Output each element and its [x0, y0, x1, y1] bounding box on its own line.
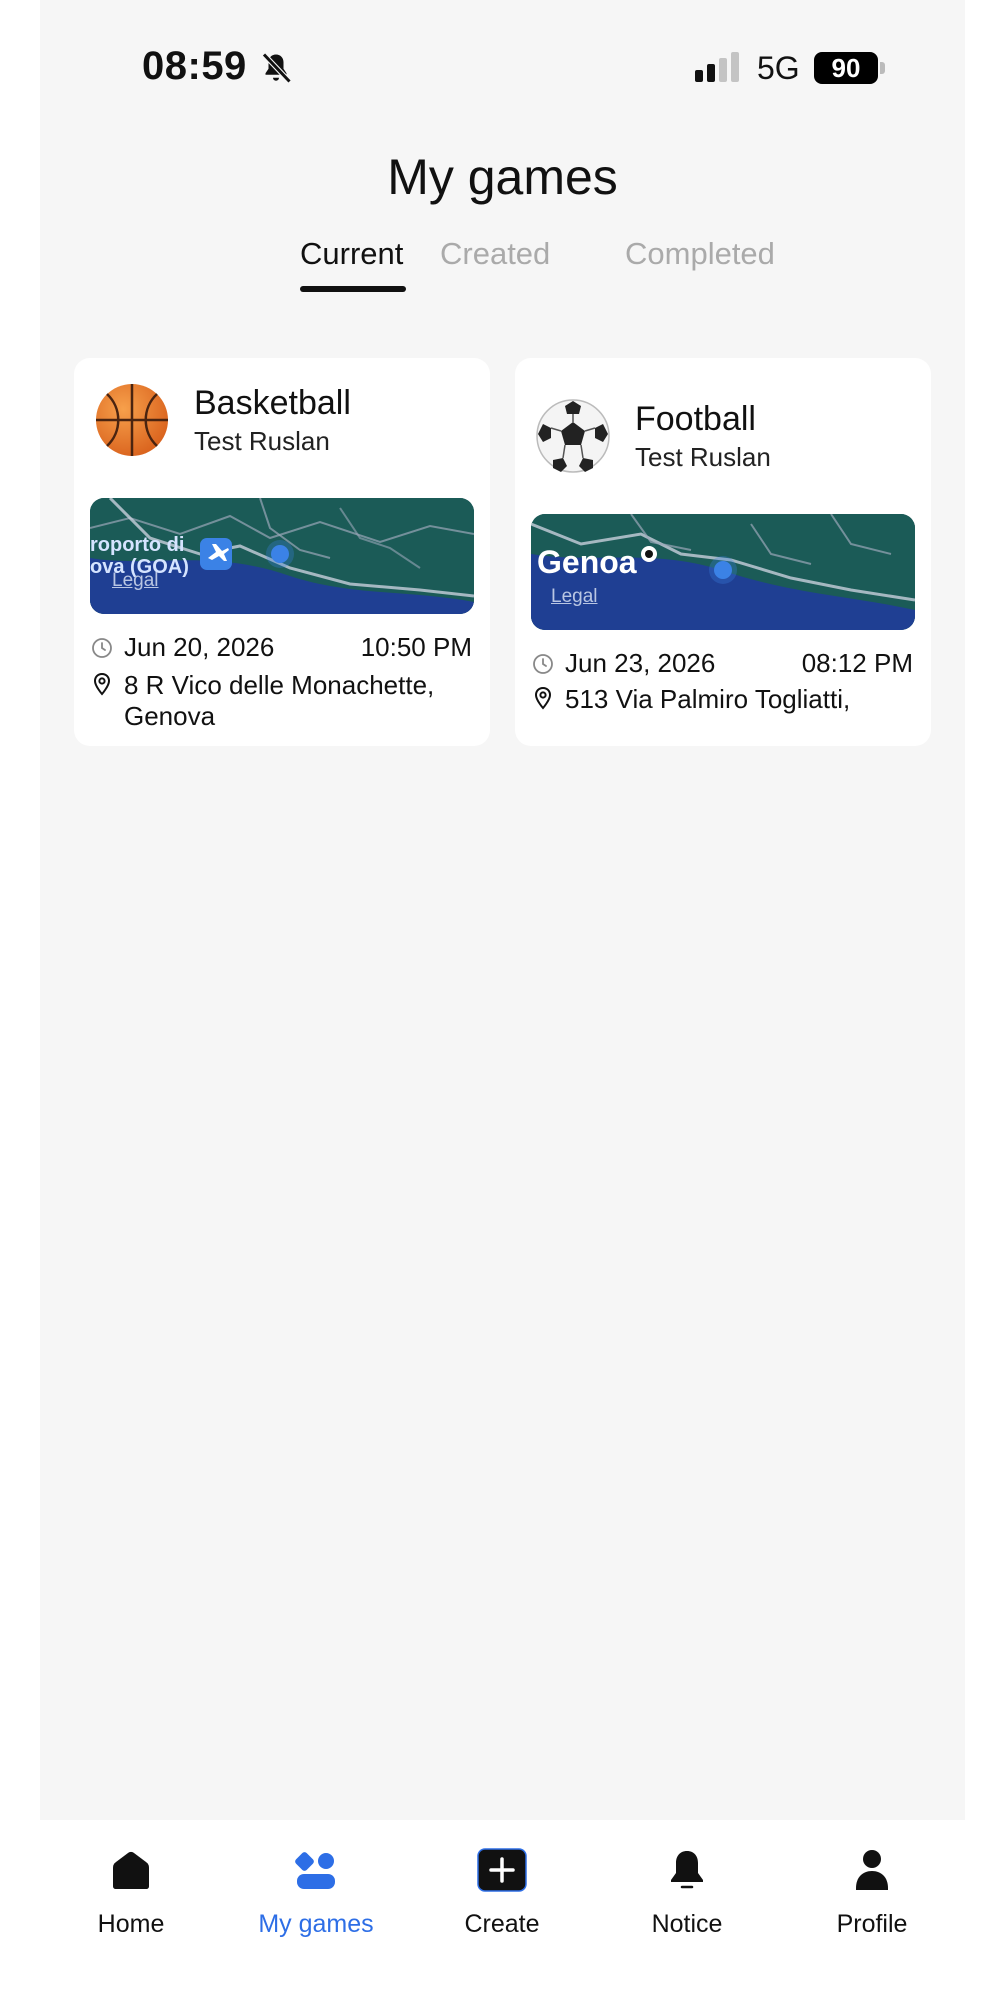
game-organizer: Test Ruslan: [194, 426, 330, 456]
tabbar-label: My games: [258, 1910, 374, 1938]
tab-completed[interactable]: Completed: [625, 236, 775, 272]
game-address: 513 Via Palmiro Togliatti,: [565, 684, 851, 714]
bell-icon: [671, 1851, 703, 1889]
tabbar-label: Create: [464, 1910, 540, 1938]
signal-icon: [695, 52, 739, 82]
tabbar-label: Profile: [836, 1910, 908, 1938]
status-bar: 08:59 5G 90: [40, 0, 965, 120]
basketball-icon: [96, 384, 168, 456]
game-address: 8 R Vico delle Monachette, Genova: [124, 670, 435, 731]
game-organizer: Test Ruslan: [635, 442, 771, 472]
location-pin-icon: [93, 672, 111, 696]
game-time: 08:12 PM: [801, 648, 913, 678]
tab-created[interactable]: Created: [440, 236, 550, 272]
map-thumbnail[interactable]: Genoa Legal: [531, 514, 915, 630]
home-icon: [113, 1851, 149, 1889]
clock-icon: [92, 638, 112, 658]
game-time: 10:50 PM: [360, 632, 472, 662]
soccer-ball-icon: [536, 399, 610, 473]
tabbar-label: Home: [97, 1910, 165, 1938]
map-legal-link[interactable]: Legal: [551, 586, 598, 608]
battery-indicator: 90: [814, 52, 886, 84]
map-thumbnail[interactable]: roporto di ova (GOA) Legal: [90, 498, 474, 614]
tabbar-home[interactable]: Home: [56, 1848, 206, 1939]
location-pin-icon: [534, 686, 552, 710]
tabbar-label: Notice: [651, 1910, 723, 1938]
battery-level: 90: [814, 52, 878, 84]
clock-icon: [533, 654, 553, 674]
tabbar-my-games[interactable]: My games: [241, 1848, 391, 1939]
person-icon: [856, 1850, 888, 1890]
game-sport-title: Football: [635, 400, 756, 438]
battery-cap: [880, 62, 885, 74]
bottom-tab-bar: Home My games Create Notice Profile: [40, 1820, 965, 2000]
map-city-label: Genoa: [537, 544, 637, 580]
game-sport-title: Basketball: [194, 384, 351, 422]
tabbar-profile[interactable]: Profile: [797, 1848, 947, 1939]
game-card-football[interactable]: Football Test Ruslan Genoa Legal Jun 23,…: [515, 358, 931, 746]
tabbar-create[interactable]: Create: [427, 1848, 577, 1939]
tabbar-notice[interactable]: Notice: [612, 1848, 762, 1939]
my-games-icon: [295, 1852, 335, 1889]
plus-icon: [477, 1848, 527, 1892]
map-label-line: roporto di: [90, 534, 185, 556]
active-tab-indicator: [300, 286, 406, 292]
game-date: Jun 23, 2026: [565, 648, 716, 678]
bell-muted-icon: [262, 52, 292, 84]
game-date: Jun 20, 2026: [124, 632, 275, 662]
tab-current[interactable]: Current: [300, 236, 403, 272]
network-type: 5G: [757, 50, 800, 86]
map-legal-link[interactable]: Legal: [112, 570, 159, 592]
status-time: 08:59: [142, 44, 247, 88]
game-card-basketball[interactable]: Basketball Test Ruslan roporto di ova (G…: [74, 358, 490, 746]
page-title: My games: [387, 149, 618, 205]
app-screen: 08:59 5G 90 My games Current Created Com…: [40, 0, 965, 2000]
